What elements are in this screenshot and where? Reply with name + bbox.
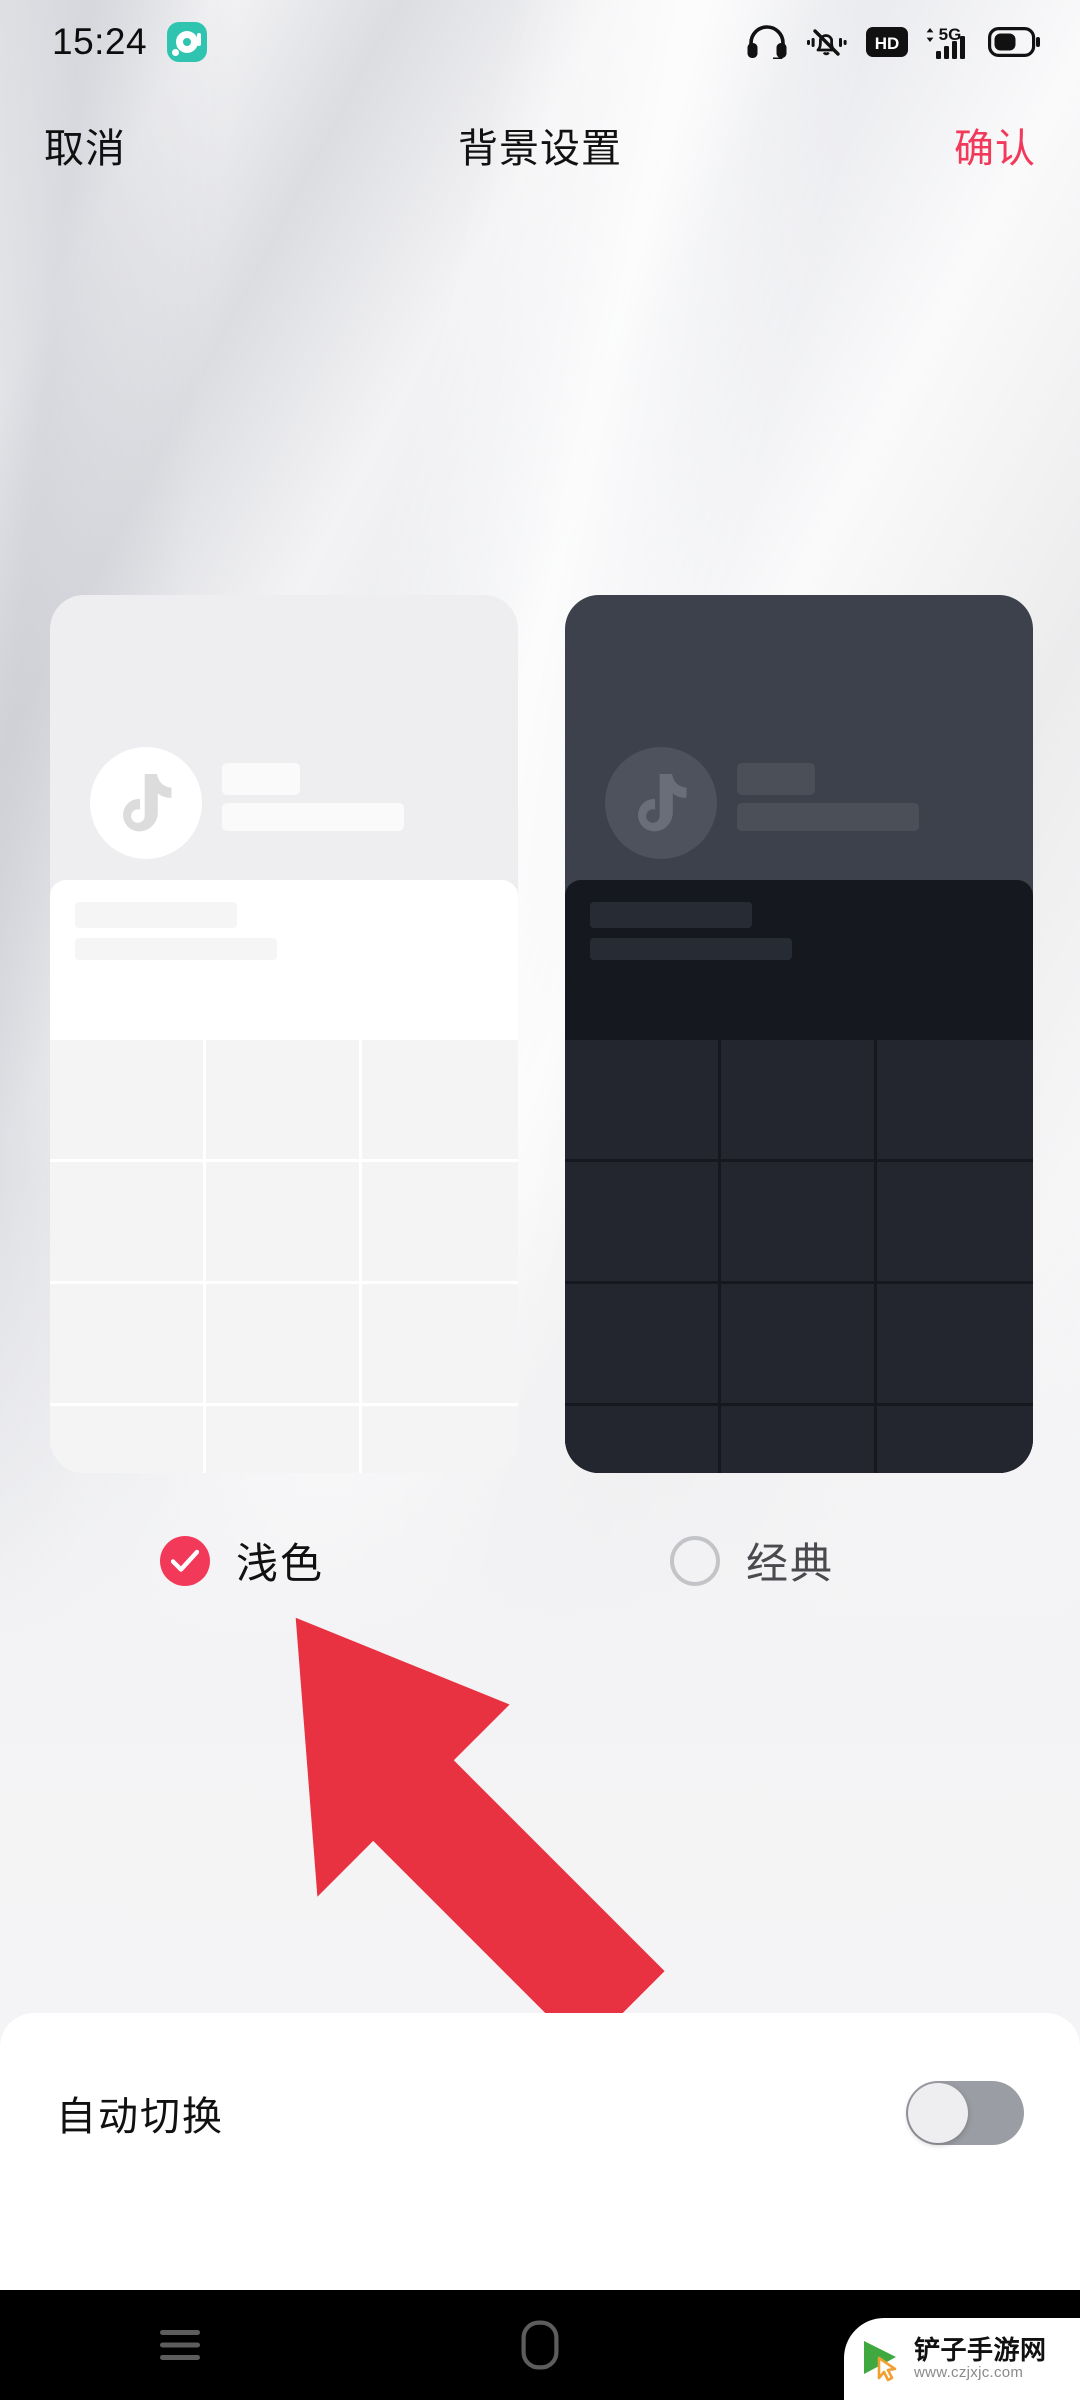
preview-grid-cell [362,1406,518,1473]
preview-grid-cell [877,1284,1033,1406]
preview-header-area [50,595,518,880]
theme-option-row: 浅色 经典 [0,1510,1080,1630]
cancel-button[interactable]: 取消 [44,116,126,174]
status-bar-clock: 15:24 [52,21,148,62]
svg-text:5G: 5G [939,25,962,44]
preview-grid-cell [877,1040,1033,1162]
preview-grid-cell [721,1406,877,1473]
preview-grid-cell [50,1162,206,1284]
bottom-sheet: 自动切换 [0,2013,1080,2290]
preview-grid-area [50,984,518,1473]
radio-empty-icon[interactable] [670,1535,720,1586]
preview-text-line [590,938,792,960]
site-watermark: 铲子手游网 www.czjxjc.com [844,2318,1080,2400]
auto-switch-row[interactable]: 自动切换 [0,2013,1080,2213]
watermark-text: 铲子手游网 www.czjxjc.com [914,2337,1047,2380]
confirm-button[interactable]: 确认 [954,116,1036,174]
theme-option-classic[interactable]: 经典 [670,1530,834,1591]
preview-grid-cell [206,1284,362,1406]
headphones-icon [746,25,788,59]
preview-grid-area [565,984,1033,1473]
theme-option-classic-label: 经典 [746,1540,835,1587]
recents-button[interactable] [120,2290,240,2400]
watermark-title: 铲子手游网 [914,2335,1047,2366]
preview-grid-cell [206,1406,362,1473]
phone-screen: 15:24 HD 5G 取消 背景设置 确认 浅色 经典 自动切换 铲子手游网 … [0,0,1080,2400]
auto-switch-toggle[interactable] [906,2081,1024,2145]
preview-stub-title [222,763,300,795]
auto-switch-label: 自动切换 [56,2095,224,2139]
preview-content-panel [565,880,1033,984]
home-pill-icon [521,2320,559,2370]
play-cursor-icon [858,2336,904,2382]
preview-stub-title [737,763,815,795]
preview-text-line [75,938,277,960]
preview-grid-cell [362,1284,518,1406]
preview-grid-cell [721,1162,877,1284]
preview-grid-cell [206,1040,362,1162]
theme-option-light[interactable]: 浅色 [160,1530,324,1591]
theme-preview-light[interactable] [50,595,518,1473]
theme-preview-list [0,595,1080,1475]
preview-grid-cell [721,1284,877,1406]
preview-header-area [565,595,1033,880]
preview-grid-cell [565,1162,721,1284]
theme-preview-classic[interactable] [565,595,1033,1473]
tiktok-note-icon [605,747,717,859]
preview-grid-cell [50,1040,206,1162]
page-title: 背景设置 [458,127,622,171]
svg-text:HD: HD [875,34,900,53]
preview-grid-cell [721,1040,877,1162]
menu-icon [160,2328,200,2362]
preview-stub-sub [222,803,404,831]
preview-grid-cell [50,1406,206,1473]
preview-grid-cell [877,1406,1033,1473]
preview-grid-cell [565,1284,721,1406]
status-bar-left: 15:24 [52,21,208,63]
bell-muted-icon [805,25,849,59]
hd-icon: HD [866,27,908,57]
home-button[interactable] [480,2290,600,2400]
preview-text-line [590,902,752,928]
preview-grid-cell [362,1040,518,1162]
preview-grid [565,1040,1033,1473]
theme-option-light-label: 浅色 [236,1540,325,1587]
toggle-knob [908,2083,968,2143]
preview-grid-cell [877,1162,1033,1284]
preview-grid-cell [206,1162,362,1284]
5g-icon: 5G [925,24,971,60]
preview-stub-sub [737,803,919,831]
music-disc-icon [167,22,208,62]
watermark-url: www.czjxjc.com [914,2363,1024,2381]
page-header: 取消 背景设置 确认 [0,95,1080,195]
preview-grid-cell [50,1284,206,1406]
preview-content-panel [50,880,518,984]
status-bar: 15:24 HD 5G [0,0,1080,84]
tiktok-note-icon [90,747,202,859]
status-bar-right: HD 5G [746,24,1040,60]
preview-text-line [75,902,237,928]
preview-grid-cell [565,1406,721,1473]
preview-grid-cell [362,1162,518,1284]
preview-grid [50,1040,518,1473]
preview-grid-cell [565,1040,721,1162]
battery-icon [988,27,1040,57]
radio-checked-icon[interactable] [160,1535,210,1586]
